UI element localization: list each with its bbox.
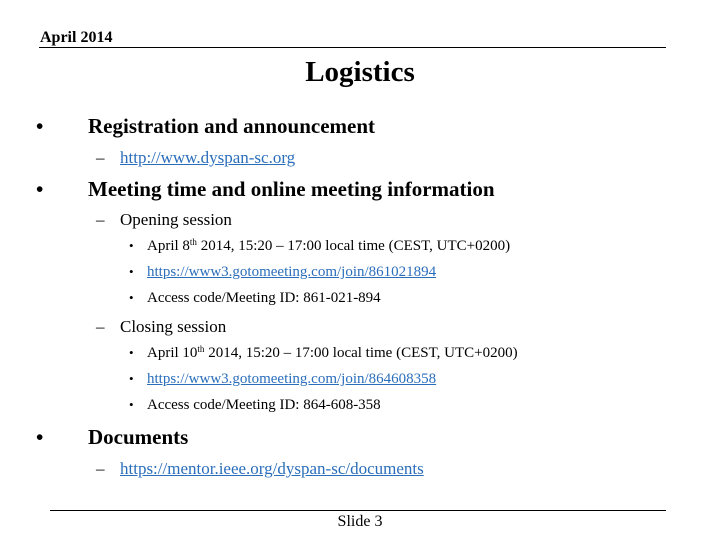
session-date: April 8th 2014, 15:20 – 17:00 local time… (147, 238, 510, 255)
registration-link[interactable]: http://www.dyspan-sc.org (120, 148, 295, 168)
bullet-icon: • (36, 114, 44, 138)
date-suffix: 2014, 15:20 – 17:00 local time (CEST, UT… (196, 238, 511, 254)
slide-title: Logistics (305, 56, 415, 88)
bullet-icon: • (129, 397, 134, 412)
bullet-icon: • (129, 264, 134, 279)
date-suffix: 2014, 15:20 – 17:00 local time (CEST, UT… (204, 345, 518, 361)
bullet-icon: • (129, 290, 134, 305)
date-prefix: April 8 (147, 238, 190, 254)
bullet-icon: • (36, 425, 44, 449)
date-ordinal: th (189, 237, 197, 248)
closing-meeting-link[interactable]: https://www3.gotomeeting.com/join/864608… (147, 371, 436, 388)
session-label: Opening session (120, 210, 232, 229)
access-code: Access code/Meeting ID: 864-608-358 (147, 397, 381, 413)
header-divider (39, 47, 666, 48)
bullet-icon: • (129, 238, 134, 253)
bullet-label: Meeting time and online meeting informat… (88, 177, 495, 201)
bullet-label: Registration and announcement (88, 114, 376, 138)
session-label: Closing session (120, 317, 227, 336)
access-code: Access code/Meeting ID: 861-021-894 (147, 290, 381, 306)
documents-link[interactable]: https://mentor.ieee.org/dyspan-sc/docume… (120, 459, 424, 479)
header-date: April 2014 (40, 29, 113, 46)
bullet-icon: • (36, 177, 44, 201)
date-prefix: April 10 (147, 345, 198, 361)
dash-icon: – (96, 459, 105, 478)
dash-icon: – (96, 317, 105, 336)
dash-icon: – (96, 210, 105, 229)
footer-divider (50, 510, 666, 511)
session-date: April 10th 2014, 15:20 – 17:00 local tim… (147, 345, 518, 362)
bullet-label: Documents (88, 425, 189, 449)
bullet-icon: • (129, 345, 134, 360)
opening-meeting-link[interactable]: https://www3.gotomeeting.com/join/861021… (147, 264, 436, 281)
bullet-icon: • (129, 371, 134, 386)
slide-number: Slide 3 (337, 513, 383, 530)
dash-icon: – (96, 148, 105, 167)
